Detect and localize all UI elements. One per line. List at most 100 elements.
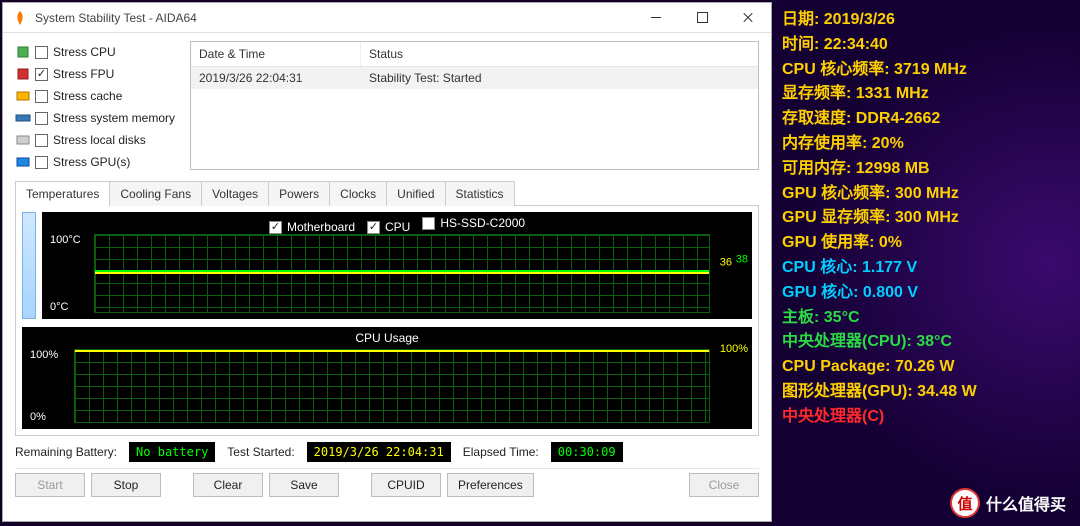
legend-label-1: CPU: [385, 220, 410, 234]
stress-checkbox-3[interactable]: [35, 112, 48, 125]
stress-label-4: Stress local disks: [53, 133, 146, 147]
temp-ybot: 0°C: [50, 301, 81, 313]
minimize-button[interactable]: [633, 3, 679, 33]
legend-checkbox-1[interactable]: [367, 221, 380, 234]
stress-label-2: Stress cache: [53, 89, 122, 103]
gpu-small-icon: [15, 155, 31, 169]
tab-unified[interactable]: Unified: [386, 181, 445, 206]
log-cell-status: Stability Test: Started: [361, 67, 490, 89]
status-row: Remaining Battery: No battery Test Start…: [15, 442, 759, 462]
stress-label-5: Stress GPU(s): [53, 155, 130, 169]
tab-voltages[interactable]: Voltages: [201, 181, 269, 206]
battery-label: Remaining Battery:: [15, 445, 117, 459]
button-row: Start Stop Clear Save CPUID Preferences …: [15, 468, 759, 501]
cache-small-icon: [15, 89, 31, 103]
app-icon: [12, 10, 28, 26]
start-button[interactable]: Start: [15, 473, 85, 497]
stress-checkbox-5[interactable]: [35, 156, 48, 169]
ram-small-icon: [15, 111, 31, 125]
stress-options: Stress CPU Stress FPU Stress cache Stress s…: [15, 41, 190, 174]
log-row[interactable]: 2019/3/26 22:04:31 Stability Test: Start…: [191, 67, 758, 89]
maximize-button[interactable]: [679, 3, 725, 33]
cpu-readout: 100%: [720, 343, 748, 355]
cpuid-button[interactable]: CPUID: [371, 473, 441, 497]
stat-line-0: 日期: 2019/3/26: [782, 8, 1070, 33]
stress-checkbox-1[interactable]: [35, 68, 48, 81]
legend-item-1: CPU: [367, 220, 410, 234]
stat-line-7: GPU 核心频率: 300 MHz: [782, 182, 1070, 207]
stress-checkbox-0[interactable]: [35, 46, 48, 59]
save-button[interactable]: Save: [269, 473, 339, 497]
stop-button[interactable]: Stop: [91, 473, 161, 497]
stress-label-1: Stress FPU: [53, 67, 114, 81]
tab-strip: TemperaturesCooling FansVoltagesPowersCl…: [15, 180, 759, 205]
stat-line-6: 可用内存: 12998 MB: [782, 157, 1070, 182]
tab-temperatures[interactable]: Temperatures: [15, 181, 110, 206]
overlay-stats: 日期: 2019/3/26时间: 22:34:40CPU 核心频率: 3719 …: [772, 0, 1080, 526]
stat-line-9: GPU 使用率: 0%: [782, 231, 1070, 256]
temperature-chart: MotherboardCPUHS-SSD-C2000 100°C 0°C 36 …: [42, 212, 752, 319]
stat-line-12: 主板: 35°C: [782, 306, 1070, 331]
close-window-button[interactable]: [725, 3, 771, 33]
titlebar[interactable]: System Stability Test - AIDA64: [3, 3, 771, 33]
cpu-ytop: 100%: [30, 349, 58, 361]
cpu-small-icon: [15, 45, 31, 59]
battery-value: No battery: [129, 442, 215, 462]
legend-item-2: HS-SSD-C2000: [422, 216, 525, 230]
fpu-small-icon: [15, 67, 31, 81]
watermark-text: 什么值得买: [986, 491, 1066, 515]
stat-line-14: CPU Package: 70.26 W: [782, 355, 1070, 380]
stress-item-4: Stress local disks: [15, 129, 190, 151]
temp-readout-cpu: 38: [736, 254, 748, 266]
legend-checkbox-0[interactable]: [269, 221, 282, 234]
stat-line-3: 显存频率: 1331 MHz: [782, 82, 1070, 107]
cpu-chart-title: CPU Usage: [22, 331, 752, 345]
tab-body: MotherboardCPUHS-SSD-C2000 100°C 0°C 36 …: [15, 205, 759, 436]
stat-line-13: 中央处理器(CPU): 38°C: [782, 330, 1070, 355]
legend-label-2: HS-SSD-C2000: [440, 216, 525, 230]
cpu-ybot: 0%: [30, 411, 58, 423]
stat-line-1: 时间: 22:34:40: [782, 33, 1070, 58]
started-value: 2019/3/26 22:04:31: [307, 442, 451, 462]
stat-line-16: 中央处理器(C): [782, 405, 1070, 430]
elapsed-value: 00:30:09: [551, 442, 623, 462]
legend-item-0: Motherboard: [269, 220, 355, 234]
stress-item-1: Stress FPU: [15, 63, 190, 85]
clear-button[interactable]: Clear: [193, 473, 263, 497]
stress-item-0: Stress CPU: [15, 41, 190, 63]
stat-line-11: GPU 核心: 0.800 V: [782, 281, 1070, 306]
watermark-badge-icon: 值: [950, 488, 980, 518]
temp-ytop: 100°C: [50, 234, 81, 246]
aida64-window: System Stability Test - AIDA64 Stress CP…: [2, 2, 772, 522]
tab-powers[interactable]: Powers: [268, 181, 330, 206]
stat-line-8: GPU 显存频率: 300 MHz: [782, 206, 1070, 231]
stat-line-10: CPU 核心: 1.177 V: [782, 256, 1070, 281]
tab-cooling-fans[interactable]: Cooling Fans: [109, 181, 202, 206]
legend-checkbox-2[interactable]: [422, 217, 435, 230]
cpu-usage-chart: CPU Usage 100% 0% 100%: [22, 327, 752, 429]
preferences-button[interactable]: Preferences: [447, 473, 534, 497]
stat-line-2: CPU 核心频率: 3719 MHz: [782, 58, 1070, 83]
stress-label-0: Stress CPU: [53, 45, 116, 59]
stat-line-5: 内存使用率: 20%: [782, 132, 1070, 157]
log-cell-datetime: 2019/3/26 22:04:31: [191, 67, 361, 89]
legend-label-0: Motherboard: [287, 220, 355, 234]
log-header-datetime[interactable]: Date & Time: [191, 42, 361, 66]
stat-line-15: 图形处理器(GPU): 34.48 W: [782, 380, 1070, 405]
disk-small-icon: [15, 133, 31, 147]
log-table: Date & Time Status 2019/3/26 22:04:31 St…: [190, 41, 759, 170]
stress-item-3: Stress system memory: [15, 107, 190, 129]
stress-checkbox-4[interactable]: [35, 134, 48, 147]
stat-line-4: 存取速度: DDR4-2662: [782, 107, 1070, 132]
stress-label-3: Stress system memory: [53, 111, 175, 125]
elapsed-label: Elapsed Time:: [463, 445, 539, 459]
stress-checkbox-2[interactable]: [35, 90, 48, 103]
tab-statistics[interactable]: Statistics: [445, 181, 515, 206]
window-title: System Stability Test - AIDA64: [35, 11, 197, 25]
watermark: 值 什么值得买: [950, 488, 1066, 518]
stress-item-5: Stress GPU(s): [15, 151, 190, 173]
close-button[interactable]: Close: [689, 473, 759, 497]
log-header-status[interactable]: Status: [361, 42, 411, 66]
tab-clocks[interactable]: Clocks: [329, 181, 387, 206]
color-scale-bar: [22, 212, 36, 319]
